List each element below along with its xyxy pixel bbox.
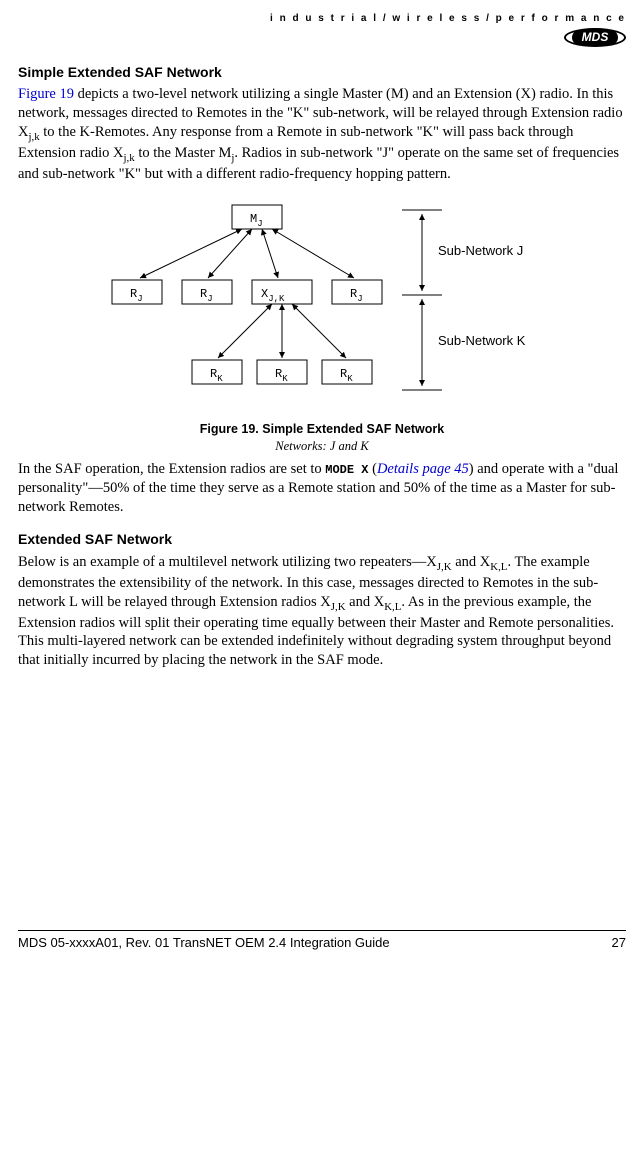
p2a: In the SAF operation, the Extension radi… — [18, 461, 325, 477]
node-rj1: RJ — [130, 287, 143, 304]
section1-title: Simple Extended SAF Network — [18, 63, 626, 81]
node-rk1: RK — [210, 367, 223, 384]
p3a: Below is an example of a multilevel netw… — [18, 554, 437, 570]
node-rj3: RJ — [350, 287, 363, 304]
figure-19-subcaption: Networks: J and K — [18, 438, 626, 454]
section2-title: Extended SAF Network — [18, 530, 626, 548]
subnet-k-label: Sub-Network K — [438, 333, 526, 348]
node-rk2: RK — [275, 367, 288, 384]
section1-body: Figure 19 depicts a two-level network ut… — [18, 85, 626, 184]
node-mj: MJ — [250, 212, 263, 229]
logo-wrap: MDS — [18, 27, 626, 55]
sub-jk-2: j,k — [124, 152, 135, 164]
sub-jk-b: J,K — [331, 600, 346, 612]
subnet-j-label: Sub-Network J — [438, 243, 523, 258]
p2b: ( — [368, 461, 376, 477]
sub-jk-1: j,k — [28, 131, 39, 143]
footer-pagenum: 27 — [612, 935, 626, 952]
mds-logo: MDS — [564, 27, 626, 49]
node-rj2: RJ — [200, 287, 213, 304]
sub-kl-b: K,L — [384, 600, 401, 612]
figure19-link[interactable]: Figure 19 — [18, 86, 74, 102]
section2-para2: Below is an example of a multilevel netw… — [18, 553, 626, 670]
footer-left: MDS 05-xxxxA01, Rev. 01 TransNET OEM 2.4… — [18, 935, 390, 952]
sub-jk-a: J,K — [437, 561, 452, 573]
page-footer: MDS 05-xxxxA01, Rev. 01 TransNET OEM 2.4… — [18, 930, 626, 952]
details-page-link[interactable]: Details page 45 — [377, 461, 469, 477]
section2-para1: In the SAF operation, the Extension radi… — [18, 460, 626, 517]
sub-kl-a: K,L — [490, 561, 507, 573]
node-xjk: XJ,K — [261, 287, 285, 304]
figure-19-diagram: MJ RJ RJ XJ,K RJ RK RK RK Sub-Network J … — [102, 200, 542, 416]
mode-x-text: MODE X — [325, 463, 368, 477]
p3d: and X — [346, 594, 385, 610]
p1c: to the Master M — [135, 145, 232, 161]
p3b: and X — [452, 554, 491, 570]
node-rk3: RK — [340, 367, 353, 384]
tagline-text: i n d u s t r i a l / w i r e l e s s / … — [18, 12, 626, 25]
figure-19-caption: Figure 19. Simple Extended SAF Network — [18, 421, 626, 437]
